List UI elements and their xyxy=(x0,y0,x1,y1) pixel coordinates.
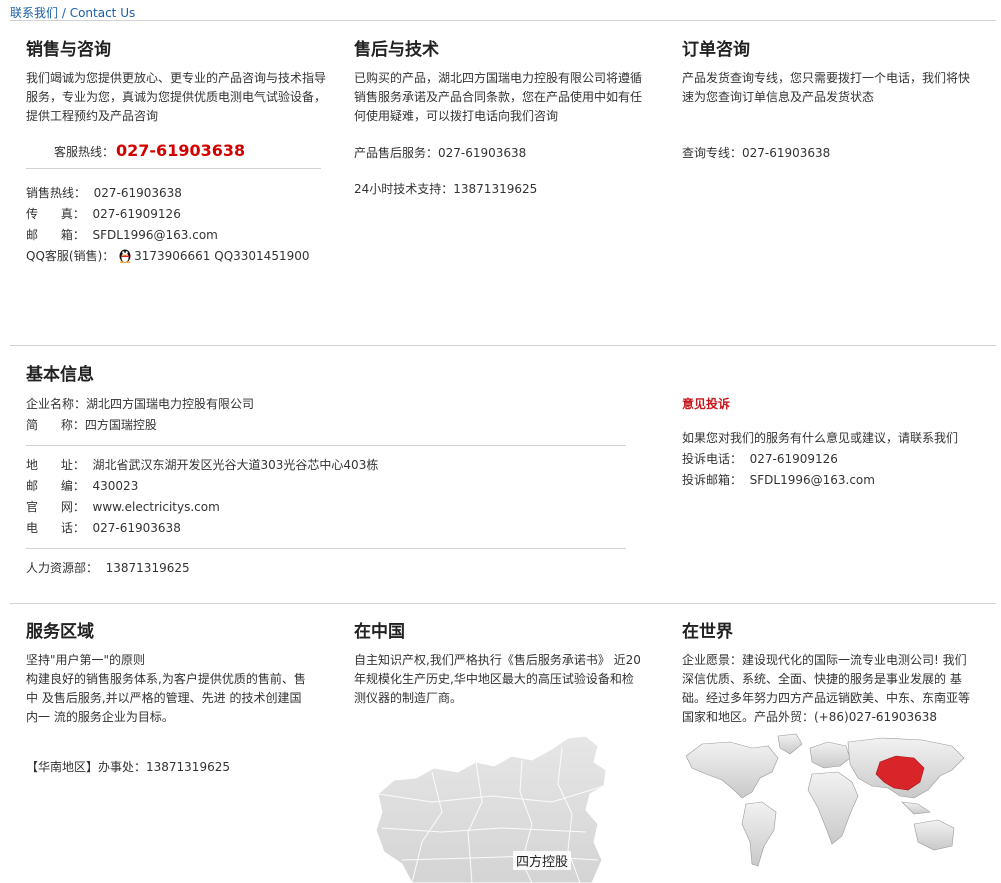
world-map-graphic xyxy=(685,733,965,867)
basic-phone: 电 话： 027-61903638 xyxy=(26,521,181,535)
basic-website[interactable]: 官 网： www.electricitys.com xyxy=(26,497,636,518)
world-map xyxy=(682,732,968,872)
china-section: 在中国 自主知识产权,我们严格执行《售后服务承诺书》 近20年规模化生产历史,华… xyxy=(354,622,644,708)
basic-company: 企业名称：湖北四方国瑞电力控股有限公司 xyxy=(26,397,255,411)
china-map-graphic xyxy=(375,735,607,883)
order-intro: 产品发货查询专线，您只需要拨打一个电话，我们将快速为您查询订单信息及产品发货状态 xyxy=(682,71,971,104)
sales-hotline: 客服热线： 027-61903638 xyxy=(54,140,326,163)
order-query: 查询专线：027-61903638 xyxy=(682,146,831,160)
sales-section: 销售与咨询 我们竭诚为您提供更放心、更专业的产品咨询与技术指导服务，专业为您，真… xyxy=(26,40,326,267)
china-map-label: 四方控股 xyxy=(513,851,572,870)
aftersales-support: 24小时技术支持：13871319625 xyxy=(354,182,538,196)
aftersales-intro: 已购买的产品，湖北四方国瑞电力控股有限公司将遵循销售服务承诺及产品合同条款，您在… xyxy=(354,71,643,123)
service-area-body: 构建良好的销售服务体系,为客户提供优质的售前、售中 及售后服务,并以严格的管理、… xyxy=(26,672,306,724)
sales-divider xyxy=(26,168,321,169)
complaint-section: 意见投诉 如果您对我们的服务有什么意见或建议，请联系我们 投诉电话： 027-6… xyxy=(682,394,982,491)
basic-short-name: 简 称：四方国瑞控股 xyxy=(26,418,157,432)
order-section: 订单咨询 产品发货查询专线，您只需要拨打一个电话，我们将快速为您查询订单信息及产… xyxy=(682,40,974,164)
sales-fax: 传 真： 027-61909126 xyxy=(26,207,181,221)
world-body: 企业愿景：建设现代化的国际一流专业电测公司! 我们深信优质、系统、全面、快捷的服… xyxy=(682,653,971,724)
sales-phone: 销售热线： 027-61903638 xyxy=(26,186,182,200)
qq-numbers[interactable]: 3173906661 QQ3301451900 xyxy=(134,249,309,263)
basic-info-section: 基本信息 企业名称：湖北四方国瑞电力控股有限公司 简 称：四方国瑞控股 地 址：… xyxy=(26,365,636,579)
basic-address: 地 址： 湖北省武汉东湖开发区光谷大道303光谷芯中心403栋 xyxy=(26,458,379,472)
breadcrumb-contact-cn[interactable]: 联系我们 xyxy=(10,6,58,20)
complaint-intro: 如果您对我们的服务有什么意见或建议，请联系我们 xyxy=(682,431,959,445)
china-title: 在中国 xyxy=(354,622,405,642)
china-map: 四方控股 xyxy=(372,732,627,883)
basic-hr: 人力资源部： 13871319625 xyxy=(26,561,190,575)
basic-postcode: 邮 编： 430023 xyxy=(26,479,139,493)
order-title: 订单咨询 xyxy=(682,40,750,60)
hotline-label: 客服热线： xyxy=(54,145,115,159)
sales-qq: QQ客服(销售)： 3173906661 QQ3301451900 xyxy=(26,246,326,267)
complaint-email: 投诉邮箱： SFDL1996@163.com xyxy=(682,473,875,487)
basic-info-title: 基本信息 xyxy=(26,365,94,385)
aftersales-service: 产品售后服务：027-61903638 xyxy=(354,146,527,160)
aftersales-title: 售后与技术 xyxy=(354,40,439,60)
china-body: 自主知识产权,我们严格执行《售后服务承诺书》 近20年规模化生产历史,华中地区最… xyxy=(354,653,641,705)
sales-email: 邮 箱： SFDL1996@163.com xyxy=(26,228,218,242)
top-divider xyxy=(10,20,996,21)
qq-label: QQ客服(销售)： xyxy=(26,249,115,263)
service-area-line1: 坚持"用户第一"的原则 xyxy=(26,653,146,667)
service-area-section: 服务区域 坚持"用户第一"的原则 构建良好的销售服务体系,为客户提供优质的售前、… xyxy=(26,622,311,778)
qq-penguin-icon[interactable] xyxy=(118,247,132,264)
basic-divider-2 xyxy=(26,548,626,549)
breadcrumb-separator: / xyxy=(58,6,70,20)
aftersales-section: 售后与技术 已购买的产品，湖北四方国瑞电力控股有限公司将遵循销售服务承诺及产品合… xyxy=(354,40,646,200)
world-section: 在世界 企业愿景：建设现代化的国际一流专业电测公司! 我们深信优质、系统、全面、… xyxy=(682,622,972,727)
sales-intro: 我们竭诚为您提供更放心、更专业的产品咨询与技术指导服务，专业为您，真诚为您提供优… xyxy=(26,71,327,123)
breadcrumb: 联系我们 / Contact Us xyxy=(10,4,135,21)
sales-title: 销售与咨询 xyxy=(26,40,111,60)
world-title: 在世界 xyxy=(682,622,733,642)
section-divider-2 xyxy=(10,603,996,604)
service-area-title: 服务区域 xyxy=(26,622,94,642)
hotline-number[interactable]: 027-61903638 xyxy=(116,141,245,160)
section-divider-1 xyxy=(10,345,996,346)
service-area-office: 【华南地区】办事处：13871319625 xyxy=(26,760,230,774)
complaint-phone: 投诉电话： 027-61909126 xyxy=(682,452,838,466)
basic-divider-1 xyxy=(26,445,626,446)
complaint-title: 意见投诉 xyxy=(682,397,731,411)
breadcrumb-contact-en[interactable]: Contact Us xyxy=(70,6,136,20)
